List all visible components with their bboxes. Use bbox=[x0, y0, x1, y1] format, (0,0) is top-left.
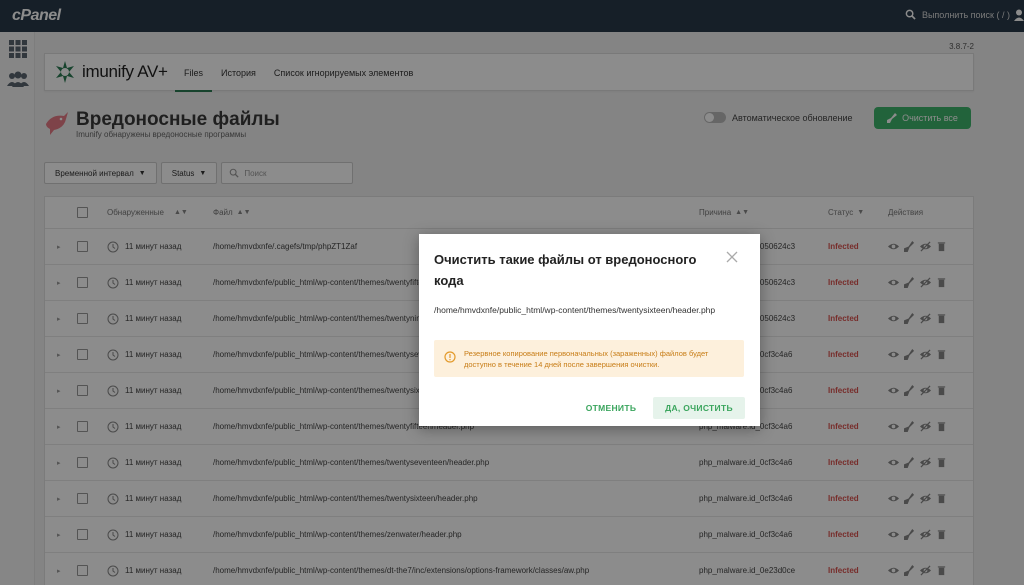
confirm-clean-button[interactable]: ДА, ОЧИСТИТЬ bbox=[653, 397, 745, 419]
info-icon bbox=[444, 351, 456, 363]
dialog-title: Очистить такие файлы от вредоносного код… bbox=[434, 252, 697, 288]
clean-file-dialog: Очистить такие файлы от вредоносного код… bbox=[419, 234, 760, 426]
cancel-button[interactable]: ОТМЕНИТЬ bbox=[579, 397, 643, 419]
close-icon[interactable] bbox=[726, 251, 738, 263]
backup-notice: Резервное копирование первоначальных (за… bbox=[434, 340, 744, 377]
dialog-file-path: /home/hmvdxnfe/public_html/wp-content/th… bbox=[434, 305, 716, 315]
backup-notice-text: Резервное копирование первоначальных (за… bbox=[464, 349, 709, 369]
